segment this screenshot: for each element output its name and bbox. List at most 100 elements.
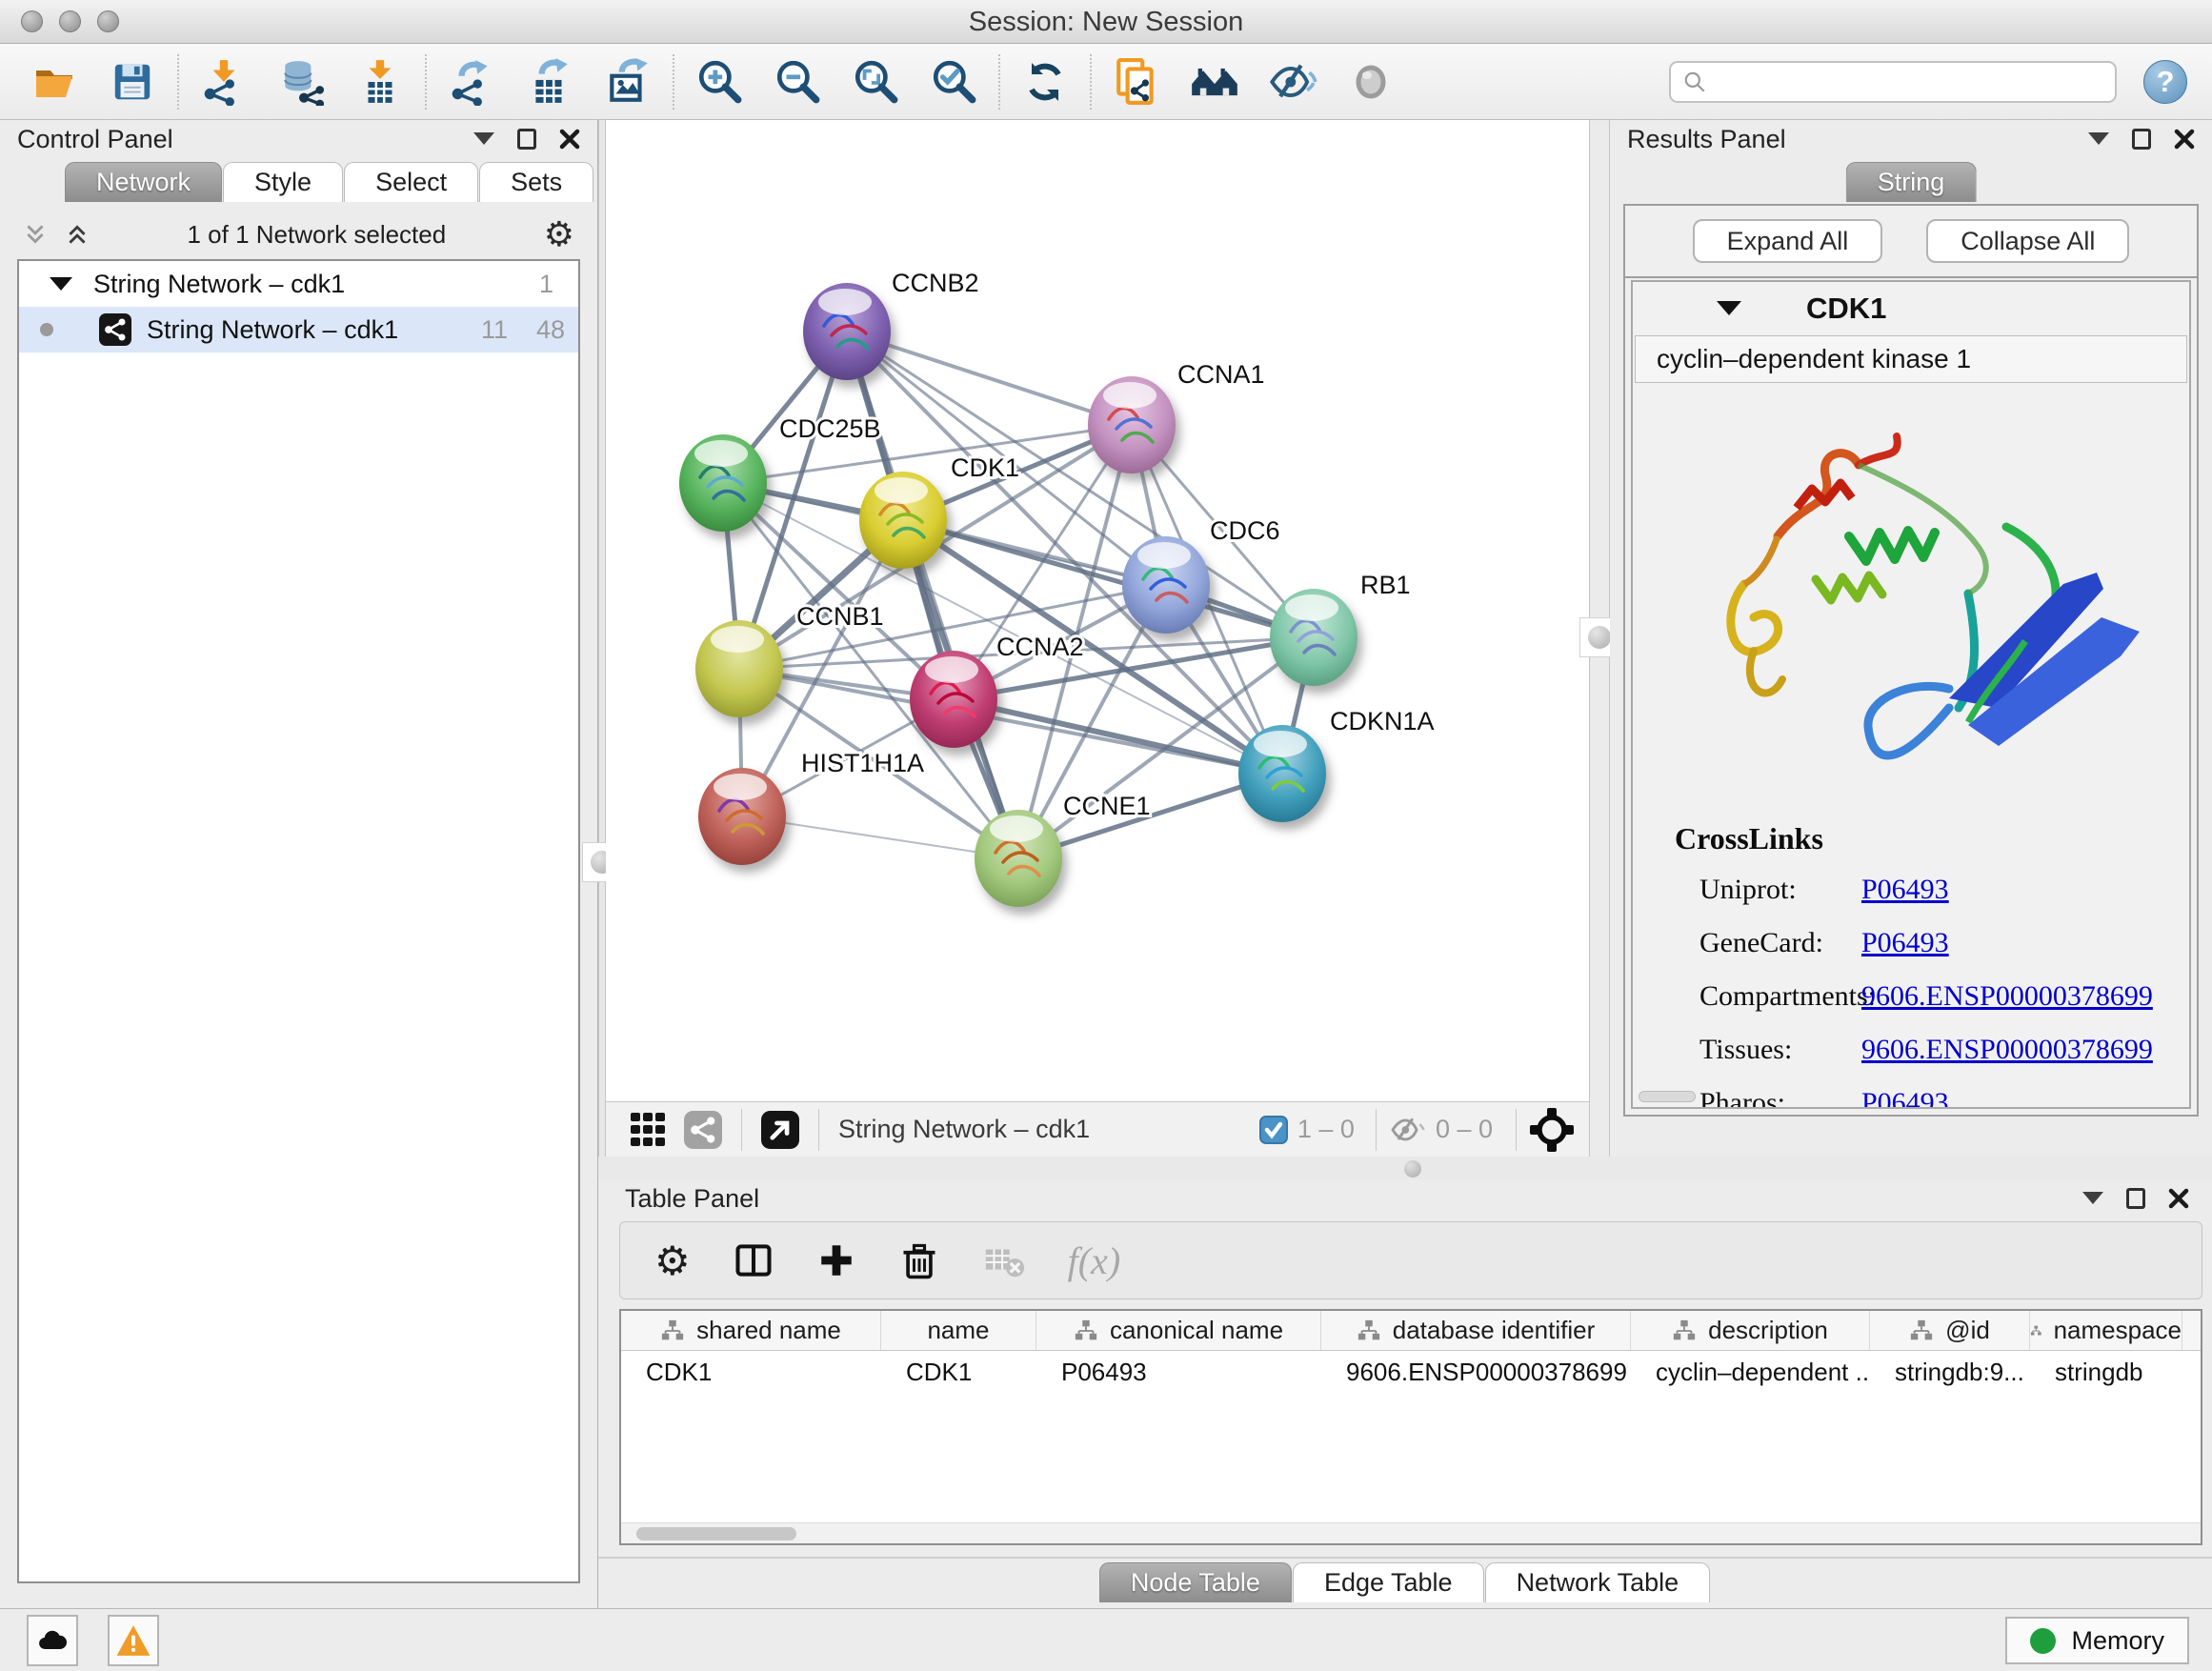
protein-header[interactable]: CDK1 [1633,282,2189,335]
tab-select[interactable]: Select [344,162,478,202]
collapse-triangle-icon[interactable] [50,277,72,302]
network-canvas[interactable]: CCNB2CCNA1CDC25BCDK1CDC6RB1CCNB1CCNA2CDK… [606,120,1589,1101]
close-panel-icon[interactable] [559,129,580,150]
float-panel-icon[interactable] [2088,132,2109,155]
network-node-CDK1[interactable] [859,472,947,569]
network-node-HIST1H1A[interactable] [698,768,786,865]
crosslink-link[interactable]: P06493 [1861,1087,1949,1109]
table-row[interactable]: CDK1CDK1P064939606.ENSP00000378699cyclin… [621,1351,2201,1393]
network-node-CDC25B[interactable] [679,434,767,532]
network-row[interactable]: String Network – cdk1 11 48 [19,307,578,352]
crosslink-link[interactable]: P06493 [1861,927,1949,958]
crosslink-link[interactable]: 9606.ENSP00000378699 [1861,1034,2153,1065]
network-node-CCNA1[interactable] [1088,376,1176,473]
selected-checkbox-icon[interactable] [1259,1116,1288,1144]
left-splitter[interactable] [598,120,606,1157]
float-panel-icon[interactable] [473,132,494,155]
network-edge[interactable] [847,332,1018,858]
tab-style[interactable]: Style [223,162,343,202]
network-node-CCNE1[interactable] [975,810,1062,907]
crosslink-link[interactable]: 9606.ENSP00000378699 [1861,980,2153,1012]
network-edge[interactable] [847,332,1132,425]
open-session-button[interactable] [29,56,80,108]
search-icon [1682,70,1707,94]
network-node-CCNB2[interactable] [803,283,891,380]
column-namespace-icon [1909,1319,1934,1343]
zoom-out-icon [774,58,821,106]
column-header-description[interactable]: description [1631,1311,1870,1350]
refresh-button[interactable] [1019,56,1071,108]
network-collection-row[interactable]: String Network – cdk1 1 [19,261,578,307]
delete-table-icon [982,1238,1026,1282]
detach-view-icon[interactable] [761,1111,799,1149]
hide-selected-button[interactable] [1267,56,1318,108]
crosslink-link[interactable]: P06493 [1861,874,1949,905]
table-hscrollbar[interactable] [621,1522,2201,1543]
tab-network-table[interactable]: Network Table [1485,1562,1711,1602]
tab-node-table[interactable]: Node Table [1099,1562,1292,1602]
import-database-button[interactable] [276,56,328,108]
node-label-CCNB1: CCNB1 [796,602,884,631]
maximize-panel-icon[interactable] [2132,129,2151,150]
column-header-id[interactable]: @id [1870,1311,2030,1350]
zoom-in-button[interactable] [694,56,745,108]
column-header-name[interactable]: name [881,1311,1036,1350]
horizontal-splitter[interactable] [598,1157,2212,1179]
export-network-button[interactable] [446,56,497,108]
network-node-RB1[interactable] [1270,589,1357,686]
show-columns-icon[interactable] [733,1239,774,1281]
network-node-CDKN1A[interactable] [1238,725,1326,822]
results-hscrollbar[interactable] [1639,1091,1696,1102]
show-all-button[interactable] [1345,56,1397,108]
protein-description: cyclin–dependent kinase 1 [1635,335,2187,383]
maximize-panel-icon[interactable] [517,129,536,150]
column-header-canonicalname[interactable]: canonical name [1036,1311,1321,1350]
expand-all-icon[interactable] [65,222,90,247]
new-network-from-selection-button[interactable] [1111,56,1162,108]
save-session-button[interactable] [107,56,158,108]
import-table-button[interactable] [354,56,406,108]
export-image-button[interactable] [602,56,654,108]
tab-string[interactable]: String [1846,162,1977,202]
cloud-status-button[interactable] [27,1615,78,1666]
column-header-databaseidentifier[interactable]: database identifier [1321,1311,1631,1350]
close-panel-icon[interactable] [2168,1188,2189,1209]
help-button[interactable]: ? [2143,60,2187,104]
network-node-CCNB1[interactable] [695,620,783,717]
memory-button[interactable]: Memory [2005,1617,2189,1664]
network-edge[interactable] [954,699,1282,774]
import-network-button[interactable] [198,56,250,108]
zoom-selected-button[interactable] [928,56,979,108]
collapse-all-icon[interactable] [23,222,48,247]
network-node-CCNA2[interactable] [910,651,997,748]
expand-all-button[interactable]: Expand All [1693,219,1883,263]
export-table-button[interactable] [524,56,575,108]
maximize-panel-icon[interactable] [2126,1188,2145,1209]
zoom-selected-icon [930,58,977,106]
tab-sets[interactable]: Sets [479,162,593,202]
home-button[interactable] [1189,56,1240,108]
collapse-triangle-icon[interactable] [1717,301,1741,328]
column-header-sharedname[interactable]: shared name [621,1311,881,1350]
birdseye-crosshair-icon[interactable] [1530,1108,1574,1152]
warnings-button[interactable] [108,1615,159,1666]
network-view-share-icon[interactable] [684,1111,722,1149]
add-column-icon[interactable] [816,1240,856,1280]
table-options-gear-icon[interactable]: ⚙ [654,1238,691,1284]
search-input[interactable] [1669,61,2117,103]
edge-count: 48 [508,315,565,345]
zoom-fit-button[interactable] [850,56,901,108]
collapse-all-button[interactable]: Collapse All [1926,219,2129,263]
grid-view-icon[interactable] [629,1111,667,1149]
scrollbar-thumb[interactable] [636,1527,796,1540]
tab-network[interactable]: Network [65,162,222,202]
tab-edge-table[interactable]: Edge Table [1293,1562,1484,1602]
delete-column-icon[interactable] [898,1239,940,1281]
float-panel-icon[interactable] [2082,1192,2103,1215]
close-panel-icon[interactable] [2174,129,2195,150]
network-node-CDC6[interactable] [1122,536,1210,634]
column-header-namespace[interactable]: namespace [2030,1311,2182,1350]
zoom-out-button[interactable] [772,56,823,108]
import-database-icon [278,58,326,106]
network-options-gear-icon[interactable]: ⚙ [544,214,574,254]
